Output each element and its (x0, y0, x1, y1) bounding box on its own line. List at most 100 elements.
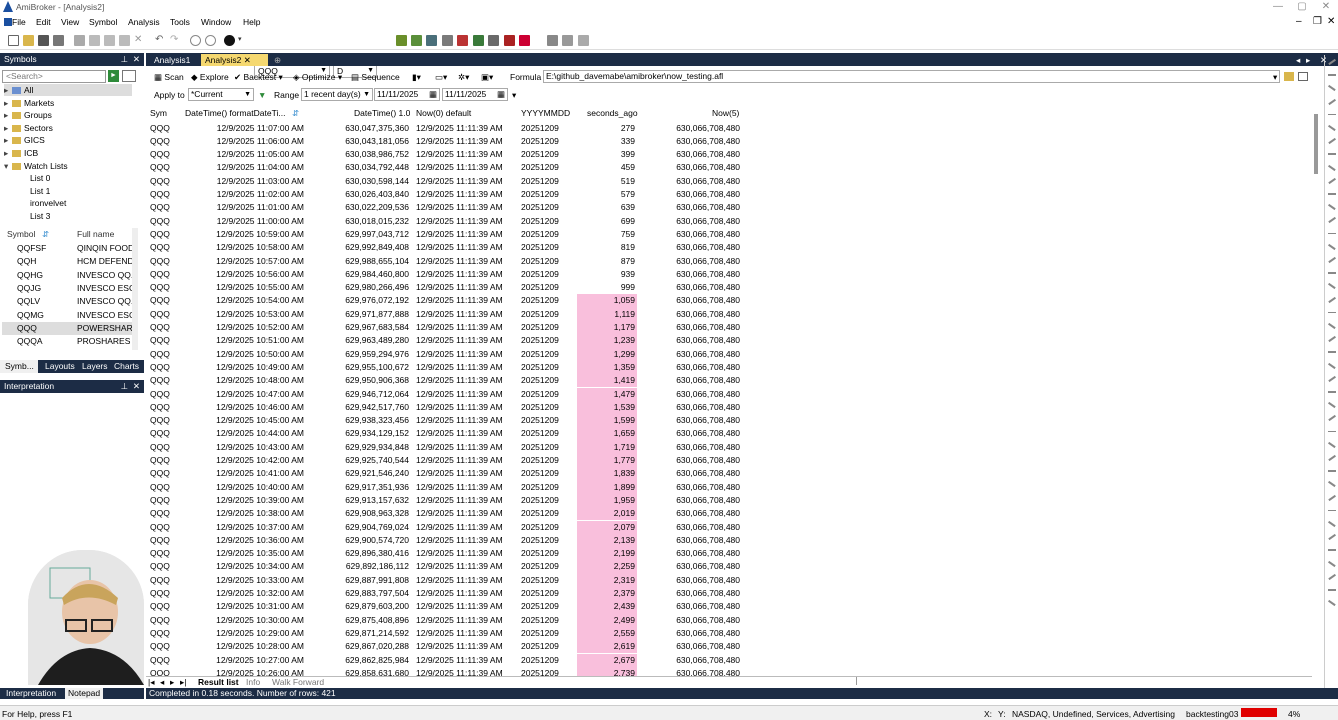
trendline-icon[interactable] (562, 35, 573, 46)
delete-icon[interactable]: ✕ (134, 35, 145, 46)
tab-layouts[interactable]: Layouts (45, 360, 75, 373)
app-menu-icon[interactable] (4, 18, 12, 26)
report-icon[interactable]: ▮▾ (412, 72, 421, 83)
drawing-tool-icon[interactable] (1328, 124, 1336, 131)
save-icon[interactable] (38, 35, 49, 46)
table-row[interactable]: QQQ 12/9/2025 10:32:00 AM 629,883,797,504 1… (146, 587, 1312, 601)
expand-icon[interactable]: ▸ (4, 84, 12, 96)
indicator-icon[interactable] (411, 35, 422, 46)
drawing-tool-icon[interactable] (1328, 560, 1336, 567)
drawing-tool-icon[interactable] (1328, 232, 1336, 235)
table-row[interactable]: QQQ 12/9/2025 11:05:00 AM 630,038,986,752 1… (146, 148, 1312, 161)
mdi-minimize-icon[interactable]: – (1296, 16, 1302, 27)
drawing-tool-icon[interactable] (1328, 113, 1336, 116)
scan-button[interactable]: ▦ Scan (154, 72, 184, 83)
drawing-tool-icon[interactable] (1328, 509, 1336, 512)
to-date-field[interactable]: 11/11/2025 ▦ (442, 88, 508, 101)
tree-node[interactable]: ▸ Groups (4, 109, 52, 121)
menu-symbol[interactable]: Symbol (89, 17, 117, 27)
drawing-tool-icon[interactable] (1328, 600, 1336, 606)
tab-analysis1[interactable]: Analysis1 (150, 54, 200, 66)
new-tab-icon[interactable]: ⊕ (270, 54, 281, 66)
menu-edit[interactable]: Edit (36, 17, 51, 27)
table-row[interactable]: QQQ 12/9/2025 10:48:00 AM 629,950,906,368 1… (146, 374, 1312, 388)
col-full-name[interactable]: Full name (77, 228, 114, 241)
tab-scroll-right-icon[interactable]: ▸ (1302, 54, 1310, 66)
pin-icon[interactable]: ⊥ (121, 380, 128, 393)
print-icon[interactable] (74, 35, 85, 46)
close-panel-icon[interactable]: ✕ (133, 380, 140, 393)
pen-icon[interactable] (519, 35, 530, 46)
table-row[interactable]: QQQ 12/9/2025 10:35:00 AM 629,896,380,416 1… (146, 547, 1312, 561)
tree-node[interactable]: ▸ Sectors (4, 122, 53, 134)
explore-button[interactable]: ◆ Explore (191, 72, 229, 83)
col-seconds-ago[interactable]: seconds_ago (587, 108, 638, 118)
table-row[interactable]: QQQ 12/9/2025 10:55:00 AM 629,980,266,496 1… (146, 281, 1312, 294)
tree-node[interactable]: ▾ Watch Lists (4, 160, 68, 172)
back-icon[interactable] (190, 35, 201, 46)
drawing-tool-icon[interactable] (1328, 296, 1336, 303)
table-row[interactable]: QQQ 12/9/2025 10:50:00 AM 629,959,294,976 1… (146, 347, 1312, 361)
drawing-tool-icon[interactable] (1328, 402, 1336, 408)
table-row[interactable]: QQQ 12/9/2025 10:33:00 AM 629,887,991,808 1… (146, 573, 1312, 587)
table-row[interactable]: QQQ 12/9/2025 11:01:00 AM 630,022,209,536 1… (146, 201, 1312, 214)
table-row[interactable]: QQQ 12/9/2025 10:40:00 AM 629,917,351,936 1… (146, 480, 1312, 494)
wand-icon[interactable] (473, 35, 484, 46)
table-row[interactable]: QQQ 12/9/2025 10:44:00 AM 629,934,129,152 1… (146, 427, 1312, 441)
expand-icon[interactable]: ▸ (4, 134, 12, 146)
collapse-icon[interactable]: ▾ (4, 160, 12, 172)
table-row[interactable]: QQQ 12/9/2025 10:42:00 AM 629,925,740,544 1… (146, 454, 1312, 468)
drawing-tool-icon[interactable] (1328, 98, 1336, 105)
tab-layers[interactable]: Layers (82, 360, 108, 373)
table-row[interactable]: QQQ 12/9/2025 10:46:00 AM 629,942,517,760 1… (146, 400, 1312, 415)
open-icon[interactable] (23, 35, 34, 46)
pattern-icon[interactable] (426, 35, 437, 46)
open-formula-icon[interactable] (1284, 72, 1294, 81)
minimize-icon[interactable]: — (1266, 0, 1290, 14)
save-all-icon[interactable] (53, 35, 64, 46)
range-select[interactable]: 1 recent day(s) ▼ (301, 88, 373, 101)
export-icon[interactable]: ▣▾ (481, 72, 493, 83)
table-row[interactable]: QQQ 12/9/2025 10:36:00 AM 629,900,574,720 1… (146, 533, 1312, 548)
range-options-icon[interactable]: ▾ (512, 90, 516, 101)
drawing-tool-icon[interactable] (1328, 534, 1336, 540)
col-datetime-raw[interactable]: DateTime() 1.0 (354, 108, 410, 118)
drawing-tool-icon[interactable] (1328, 573, 1336, 580)
from-date-field[interactable]: 11/11/2025 ▦ (374, 88, 440, 101)
table-row[interactable]: QQQ 12/9/2025 11:06:00 AM 630,043,181,056 1… (146, 135, 1312, 148)
symbol-row[interactable]: QQHG INVESCO QQ... (2, 269, 134, 282)
tab-charts[interactable]: Charts (114, 360, 139, 373)
tree-node[interactable]: ▸ ICB (4, 147, 38, 159)
table-row[interactable]: QQQ 12/9/2025 10:49:00 AM 629,955,100,672 1… (146, 360, 1312, 375)
drawing-tool-icon[interactable] (1328, 391, 1336, 393)
close-tab-icon[interactable]: ✕ (244, 55, 251, 65)
drawing-tool-icon[interactable] (1328, 164, 1336, 171)
drawing-tool-icon[interactable] (1328, 351, 1336, 353)
filter-icon[interactable]: ▼ (258, 90, 266, 100)
table-row[interactable]: QQQ 12/9/2025 11:07:00 AM 630,047,375,360 1… (146, 122, 1312, 135)
table-row[interactable]: QQQ 12/9/2025 10:34:00 AM 629,892,186,112 1… (146, 560, 1312, 574)
table-row[interactable]: QQQ 12/9/2025 10:26:00 AM 629,858,631,680 1… (146, 666, 1312, 676)
drawing-tool-icon[interactable] (1328, 217, 1336, 224)
close-window-icon[interactable]: ✕ (1314, 0, 1338, 14)
menu-view[interactable]: View (61, 17, 79, 27)
optimize-button[interactable]: ◈ Optimize ▾ (293, 72, 342, 83)
drawing-tool-icon[interactable] (1328, 322, 1336, 329)
formula-path-field[interactable]: E:\github_davemabe\amibroker\now_testing… (543, 70, 1280, 83)
expand-icon[interactable]: ▸ (4, 122, 12, 134)
tab-first-icon[interactable]: |◂ (148, 677, 154, 687)
table-row[interactable]: QQQ 12/9/2025 10:30:00 AM 629,875,408,896 1… (146, 613, 1312, 627)
undo-icon[interactable]: ↶ (155, 35, 166, 46)
drawing-tool-icon[interactable] (1328, 336, 1336, 342)
tree-node[interactable]: List 1 (22, 185, 50, 197)
table-row[interactable]: QQQ 12/9/2025 10:56:00 AM 629,984,460,800 1… (146, 268, 1312, 281)
drawing-tool-icon[interactable] (1328, 256, 1336, 263)
close-panel-icon[interactable]: ✕ (133, 53, 140, 66)
redo-icon[interactable]: ↷ (170, 35, 181, 46)
calendar-icon[interactable]: ▦ (429, 89, 437, 100)
col-sym[interactable]: Sym (150, 108, 167, 118)
backtest-button[interactable]: ✔ Backtest ▾ (234, 72, 283, 83)
drawing-tool-icon[interactable] (1328, 549, 1336, 551)
symbol-list-options-icon[interactable] (122, 70, 136, 82)
menu-help[interactable]: Help (243, 17, 260, 27)
